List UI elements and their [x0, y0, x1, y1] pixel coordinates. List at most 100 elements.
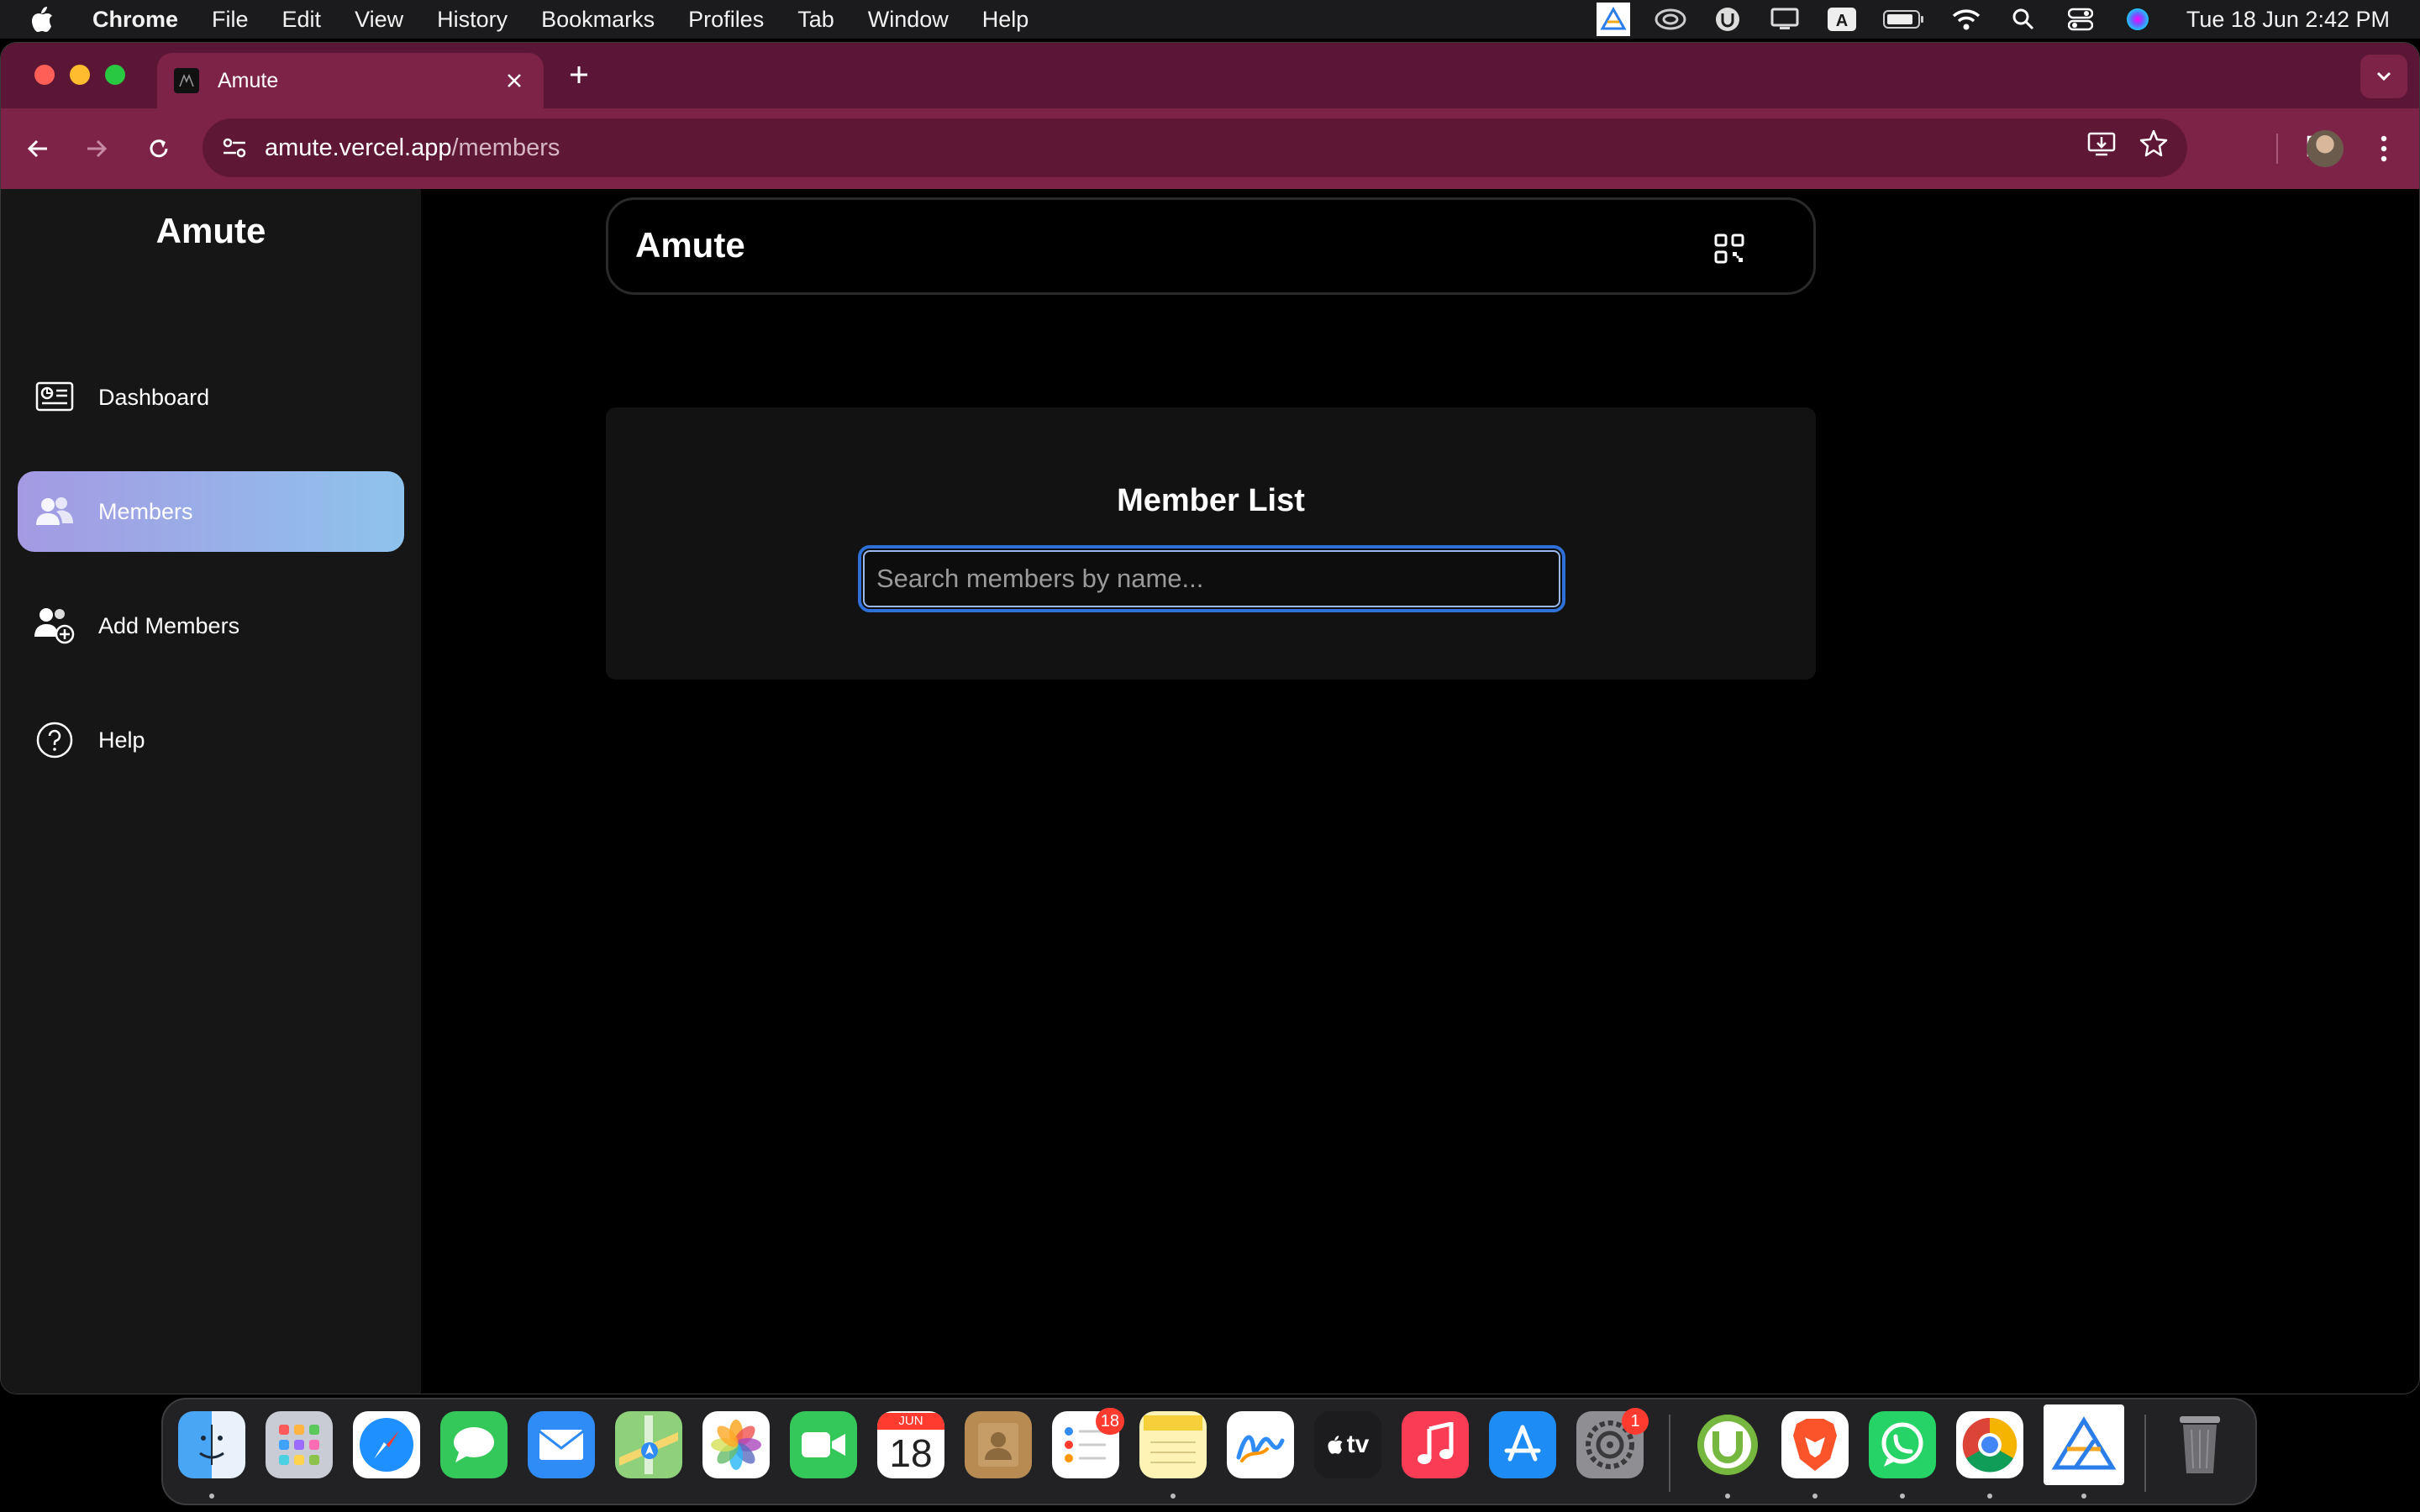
running-indicator — [1900, 1494, 1905, 1499]
toolbar-divider — [2276, 134, 2278, 164]
dock-chrome-icon[interactable] — [1956, 1411, 2023, 1478]
install-app-icon[interactable] — [2085, 127, 2118, 167]
menu-file[interactable]: File — [212, 7, 249, 33]
running-indicator — [1987, 1494, 1992, 1499]
menu-view[interactable]: View — [355, 7, 403, 33]
reload-icon[interactable] — [139, 129, 179, 169]
dock-messages-icon[interactable] — [440, 1411, 508, 1478]
sidebar-item-add-members[interactable]: Add Members — [18, 585, 404, 666]
menu-help[interactable]: Help — [982, 7, 1029, 33]
siri-icon[interactable] — [2121, 5, 2154, 34]
macos-menu-bar: Chrome File Edit View History Bookmarks … — [0, 0, 2420, 39]
sidebar: Amute Dashboard Members Add Members Help — [1, 189, 421, 1394]
menu-window[interactable]: Window — [868, 7, 949, 33]
creative-cloud-icon[interactable] — [1654, 5, 1687, 34]
dock-separator — [1669, 1415, 1670, 1492]
site-favicon-icon — [174, 68, 199, 93]
sidebar-item-label: Help — [98, 727, 145, 753]
dock-safari-icon[interactable] — [353, 1411, 420, 1478]
close-window-button[interactable] — [34, 65, 55, 85]
back-arrow-icon[interactable] — [18, 129, 58, 169]
menu-profiles[interactable]: Profiles — [688, 7, 764, 33]
chrome-menu-kebab-icon[interactable] — [2369, 130, 2399, 167]
dock-finder-icon[interactable] — [178, 1411, 245, 1478]
tab-strip: Amute — [1, 43, 2419, 108]
running-indicator — [1725, 1494, 1730, 1499]
card-title: Member List — [1117, 483, 1305, 518]
member-search-input[interactable] — [858, 545, 1565, 612]
new-tab-icon[interactable] — [562, 58, 596, 92]
menu-history[interactable]: History — [437, 7, 508, 33]
running-indicator — [2081, 1494, 2086, 1499]
address-bar[interactable]: amute.vercel.app/members — [203, 118, 2187, 177]
dock-photos-icon[interactable] — [702, 1411, 770, 1478]
menu-edit[interactable]: Edit — [282, 7, 322, 33]
fullscreen-window-button[interactable] — [105, 65, 125, 85]
apple-tv-label: tv — [1346, 1431, 1370, 1458]
keystroke-app-icon[interactable] — [1596, 3, 1630, 36]
menu-app-name[interactable]: Chrome — [92, 7, 178, 33]
header-title[interactable]: Amute — [635, 225, 745, 265]
battery-icon[interactable] — [1882, 5, 1926, 34]
utorrent-icon[interactable] — [1711, 5, 1744, 34]
running-indicator — [209, 1494, 214, 1499]
dock-whatsapp-icon[interactable] — [1869, 1411, 1936, 1478]
bookmark-star-icon[interactable] — [2137, 127, 2170, 167]
dock-maps-icon[interactable] — [615, 1411, 682, 1478]
dock-brave-icon[interactable] — [1781, 1411, 1849, 1478]
dock-notes-icon[interactable] — [1139, 1411, 1207, 1478]
dashboard-icon — [34, 377, 75, 417]
dock-reminders-icon[interactable]: 18 — [1052, 1408, 1124, 1478]
site-settings-icon[interactable] — [218, 131, 251, 165]
sidebar-item-label: Dashboard — [98, 384, 210, 410]
sidebar-item-help[interactable]: Help — [18, 700, 404, 780]
apple-menu-icon[interactable] — [30, 6, 74, 33]
dock-music-icon[interactable] — [1402, 1411, 1469, 1478]
control-center-icon[interactable] — [2064, 5, 2097, 34]
dock-launchpad-icon[interactable] — [266, 1411, 333, 1478]
dock-app-store-icon[interactable] — [1489, 1411, 1556, 1478]
close-tab-icon[interactable] — [502, 68, 527, 93]
dock-system-settings-icon[interactable]: 1 — [1576, 1408, 1649, 1478]
qr-code-icon[interactable] — [1714, 234, 1744, 264]
tab-search-button[interactable] — [2360, 55, 2407, 98]
running-indicator — [1171, 1494, 1176, 1499]
notification-badge: 1 — [1622, 1408, 1649, 1435]
sidebar-item-dashboard[interactable]: Dashboard — [18, 357, 404, 438]
display-icon[interactable] — [1768, 5, 1802, 34]
minimize-window-button[interactable] — [70, 65, 90, 85]
keyboard-input-icon[interactable]: A — [1825, 5, 1859, 34]
macos-dock: JUN 18 18 tv 1 — [161, 1398, 2257, 1505]
dock-apple-tv-icon[interactable]: tv — [1314, 1411, 1381, 1478]
dock-separator — [2144, 1415, 2146, 1492]
dock-keystroke-icon[interactable] — [2044, 1404, 2124, 1485]
help-icon — [34, 720, 75, 760]
sidebar-item-members[interactable]: Members — [18, 471, 404, 552]
dock-utorrent-icon[interactable] — [1694, 1411, 1761, 1478]
sidebar-item-label: Members — [98, 498, 193, 524]
forward-arrow-icon[interactable] — [76, 129, 117, 169]
notification-badge: 18 — [1095, 1408, 1124, 1435]
menu-tab[interactable]: Tab — [797, 7, 834, 33]
add-member-icon — [34, 606, 75, 646]
dock-mail-icon[interactable] — [528, 1411, 595, 1478]
menu-bookmarks[interactable]: Bookmarks — [541, 7, 655, 33]
dock-facetime-icon[interactable] — [790, 1411, 857, 1478]
wifi-icon[interactable] — [1949, 5, 1983, 34]
dock-freeform-icon[interactable] — [1227, 1411, 1294, 1478]
browser-window: Amute amute.vercel.app/members Amute Das… — [0, 42, 2420, 1394]
running-indicator — [1812, 1494, 1818, 1499]
dock-calendar-icon[interactable]: JUN 18 — [877, 1411, 944, 1478]
members-icon — [34, 491, 75, 532]
browser-toolbar: amute.vercel.app/members — [1, 108, 2419, 189]
chevron-down-icon — [2376, 71, 2391, 81]
svg-text:A: A — [1836, 12, 1848, 30]
browser-tab-active[interactable]: Amute — [157, 53, 544, 108]
dock-contacts-icon[interactable] — [965, 1411, 1032, 1478]
calendar-month: JUN — [877, 1413, 944, 1430]
sidebar-brand[interactable]: Amute — [1, 211, 421, 251]
spotlight-search-icon[interactable] — [2007, 5, 2040, 34]
menubar-clock[interactable]: Tue 18 Jun 2:42 PM — [2186, 7, 2390, 33]
profile-avatar[interactable] — [2307, 130, 2344, 167]
dock-trash-icon[interactable] — [2166, 1411, 2233, 1478]
